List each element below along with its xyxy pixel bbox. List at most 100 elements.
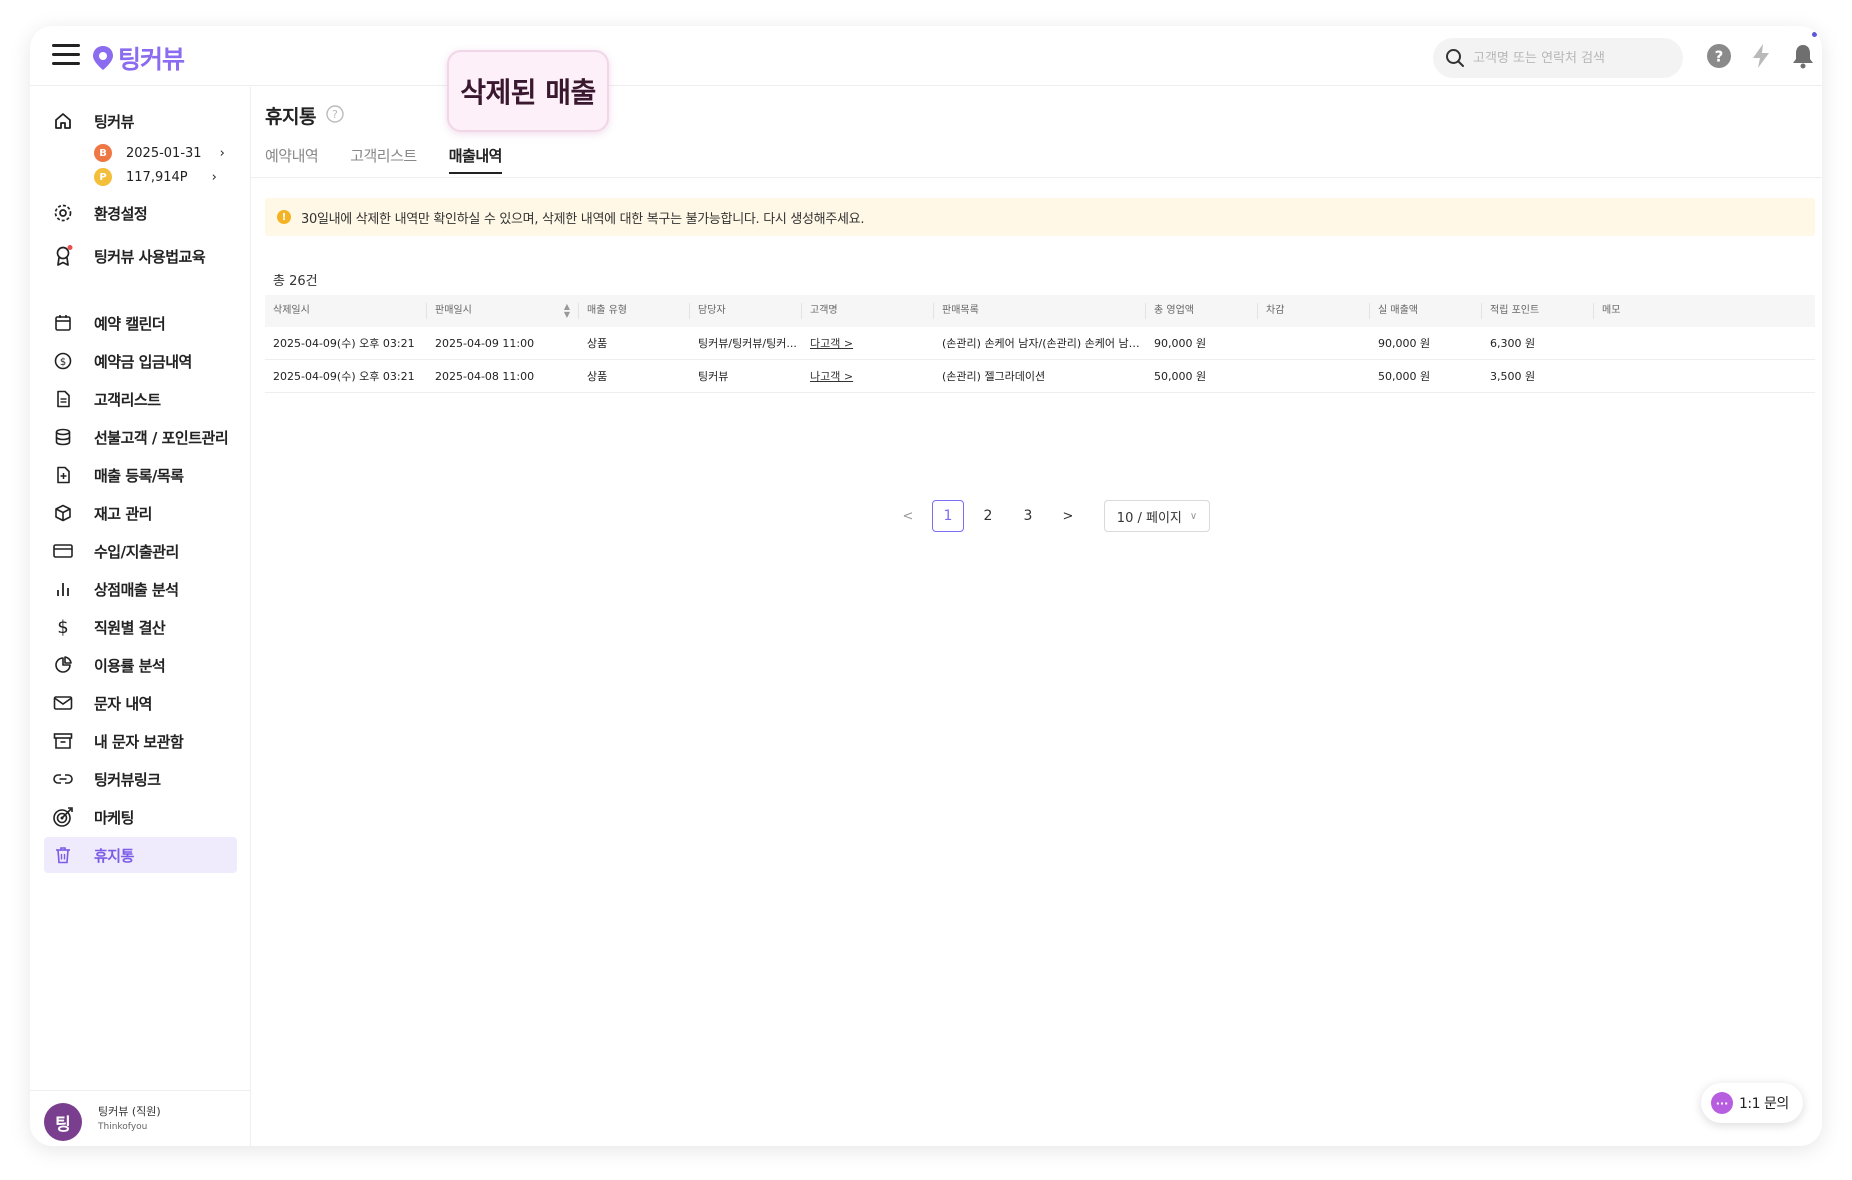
next-page-button[interactable]: >: [1052, 500, 1084, 532]
tab-sales[interactable]: 매출내역: [448, 145, 502, 174]
sidebar-item-customer-list[interactable]: 고객리스트: [44, 381, 237, 417]
gear-icon: [52, 202, 74, 224]
sidebar-item-deposit-history[interactable]: $ 예약금 입금내역: [44, 343, 237, 379]
column-header: 메모: [1602, 305, 1621, 316]
help-icon[interactable]: ?: [1705, 42, 1733, 70]
cell-deleted-at: 2025-04-09(수) 오후 03:21: [273, 370, 415, 383]
cell-type: 상품: [587, 370, 608, 383]
prev-page-button[interactable]: <: [892, 500, 924, 532]
sidebar-item-store-sales-analysis[interactable]: 상점매출 분석: [44, 571, 237, 607]
warning-icon: !: [277, 210, 291, 224]
sidebar-item-settings[interactable]: 환경설정: [44, 195, 237, 231]
column-header: 담당자: [690, 303, 802, 319]
main-content: 휴지통 ? 삭제된 매출 예약내역 고객리스트 매출내역 ! 30일내에 삭제한…: [251, 50, 1822, 1146]
chevron-right-icon: ›: [211, 169, 217, 185]
tab-reservations[interactable]: 예약내역: [265, 145, 319, 174]
sidebar-item-education[interactable]: 팅커뷰 사용법교육: [44, 238, 237, 274]
notification-dot: [1812, 32, 1817, 37]
column-header: 매출 유형: [579, 303, 690, 319]
lightning-icon[interactable]: [1747, 42, 1775, 70]
sidebar-item-income-expense[interactable]: 수입/지출관리: [44, 533, 237, 569]
sidebar-item-label: 고객리스트: [94, 390, 161, 409]
page-button-1[interactable]: 1: [932, 500, 964, 532]
plan-badge: B: [94, 144, 112, 162]
sidebar-item-staff-settlement[interactable]: $ 직원별 결산: [44, 609, 237, 645]
plan-expiry-date: 2025-01-31: [126, 145, 202, 161]
notice-text: 30일내에 삭제한 내역만 확인하실 수 있으며, 삭제한 내역에 대한 복구는…: [301, 211, 865, 227]
home-icon: [52, 110, 74, 132]
page-button-3[interactable]: 3: [1012, 500, 1044, 532]
box-icon: [52, 502, 74, 524]
dollar-icon: $: [52, 616, 74, 638]
page-size-select[interactable]: 10 / 페이지 ∨: [1104, 500, 1210, 532]
sidebar-item-label: 예약금 입금내역: [94, 352, 192, 371]
search-input[interactable]: [1473, 50, 1663, 66]
database-icon: [52, 426, 74, 448]
column-header: 판매목록: [934, 303, 1146, 319]
column-header: 적립 포인트: [1482, 303, 1594, 319]
svg-text:?: ?: [1715, 48, 1724, 66]
sidebar-item-trash[interactable]: 휴지통: [44, 837, 237, 873]
sidebar-item-sales-register[interactable]: 매출 등록/목록: [44, 457, 237, 493]
points-value: 117,914P: [126, 169, 188, 185]
sidebar-item-label: 마케팅: [94, 808, 134, 827]
sort-icon[interactable]: ▲ ▼: [564, 303, 570, 319]
sidebar-item-label: 팅커뷰 사용법교육: [94, 247, 206, 266]
cell-sold-at: 2025-04-08 11:00: [435, 369, 535, 383]
column-header: 삭제일시: [265, 303, 427, 319]
sidebar-item-sms-history[interactable]: 문자 내역: [44, 685, 237, 721]
plan-expiry-row[interactable]: B 2025-01-31 ›: [94, 142, 225, 164]
sidebar-item-label: 이용률 분석: [94, 656, 166, 675]
column-header-sortable[interactable]: 판매일시 ▲ ▼: [427, 303, 579, 319]
trash-icon: [52, 844, 74, 866]
user-profile[interactable]: 팅 팅커뷰 (직원) Thinkofyou: [30, 1090, 250, 1146]
tab-customers[interactable]: 고객리스트: [350, 145, 417, 174]
cell-total-sales: 50,000 원: [1154, 370, 1207, 383]
sidebar-item-inventory[interactable]: 재고 관리: [44, 495, 237, 531]
svg-text:$: $: [57, 617, 68, 637]
search-box[interactable]: [1433, 38, 1683, 78]
cell-sold-at: 2025-04-09 11:00: [435, 336, 535, 350]
calendar-icon: [52, 312, 74, 334]
column-header: 총 영업액: [1146, 303, 1258, 319]
link-icon: [52, 768, 74, 790]
customer-link[interactable]: 나고객 >: [810, 370, 853, 383]
customer-link[interactable]: 다고객 >: [810, 337, 853, 350]
question-circle-icon[interactable]: ?: [325, 104, 345, 124]
sidebar-item-usage-analysis[interactable]: 이용률 분석: [44, 647, 237, 683]
sidebar-item-prepaid-points[interactable]: 선불고객 / 포인트관리: [44, 419, 237, 455]
sidebar-item-label: 팅커뷰링크: [94, 770, 161, 789]
archive-icon: [52, 730, 74, 752]
divider: [251, 177, 1822, 178]
svg-text:$: $: [60, 357, 66, 368]
cell-net-sales: 50,000 원: [1378, 370, 1431, 383]
award-icon: [52, 245, 74, 267]
table-row[interactable]: 2025-04-09(수) 오후 03:21 2025-04-09 11:00 …: [265, 327, 1815, 360]
chevron-down-icon: ∨: [1189, 510, 1198, 522]
coin-icon: $: [52, 350, 74, 372]
menu-icon[interactable]: [52, 44, 80, 66]
bell-icon[interactable]: [1789, 42, 1817, 70]
sidebar-item-label: 매출 등록/목록: [94, 466, 184, 485]
sidebar-item-label: 환경설정: [94, 204, 148, 223]
sidebar-item-marketing[interactable]: 마케팅: [44, 799, 237, 835]
sidebar-item-label: 재고 관리: [94, 504, 152, 523]
target-icon: [52, 806, 74, 828]
cell-staff: 팅커뷰/팅커뷰/팅커...: [698, 337, 797, 350]
points-row[interactable]: P 117,914P ›: [94, 166, 217, 188]
logo[interactable]: 팅커뷰: [92, 40, 185, 76]
table-row[interactable]: 2025-04-09(수) 오후 03:21 2025-04-08 11:00 …: [265, 360, 1815, 393]
sidebar-item-label: 예약 캘린더: [94, 314, 166, 333]
chat-bubble-icon: ···: [1711, 1092, 1733, 1114]
sidebar-item-reservation-calendar[interactable]: 예약 캘린더: [44, 305, 237, 341]
sidebar-item-label: 휴지통: [94, 846, 134, 865]
sidebar-item-sms-archive[interactable]: 내 문자 보관함: [44, 723, 237, 759]
column-header: 실 매출액: [1370, 303, 1482, 319]
chat-inquiry-button[interactable]: ··· 1:1 문의: [1701, 1083, 1803, 1123]
sidebar-item-label: 상점매출 분석: [94, 580, 179, 599]
page-button-2[interactable]: 2: [972, 500, 1004, 532]
sidebar-item-link[interactable]: 팅커뷰링크: [44, 761, 237, 797]
cell-type: 상품: [587, 337, 608, 350]
sidebar-item-home[interactable]: 팅커뷰: [44, 103, 237, 139]
logo-pin-icon: [93, 46, 113, 70]
